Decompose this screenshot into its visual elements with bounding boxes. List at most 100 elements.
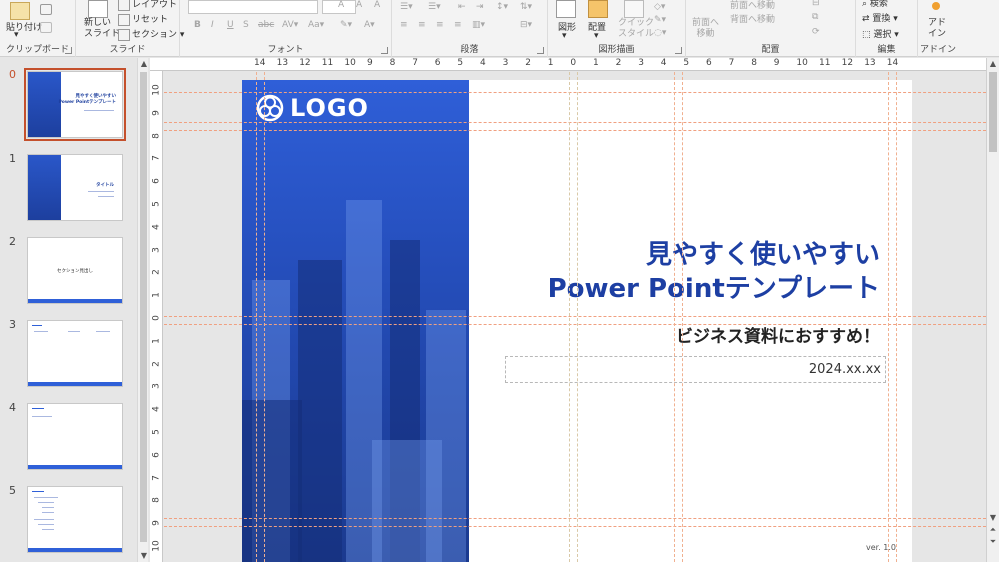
new-slide-icon[interactable] bbox=[88, 0, 108, 18]
slide-thumbnail-1[interactable]: タイトル bbox=[27, 154, 123, 221]
italic-icon[interactable]: I bbox=[211, 20, 214, 30]
scroll-up-icon[interactable]: ▲ bbox=[138, 58, 150, 70]
shadow-icon[interactable]: S bbox=[243, 20, 249, 30]
thumbnail-scrollbar[interactable]: ▲ ▼ bbox=[137, 58, 148, 562]
ribbon-group-editing: ⌕ 検索 ⇄ 置換 ▾ ⬚ 選択 ▾ 編集 bbox=[856, 0, 918, 57]
quick-styles-button[interactable]: クイック スタイル bbox=[618, 18, 654, 40]
text-direction-icon[interactable]: ⇅▾ bbox=[520, 2, 532, 12]
ruler-label: 2 bbox=[615, 58, 622, 68]
align-left-icon[interactable]: ≡ bbox=[400, 20, 408, 30]
shapes-icon[interactable] bbox=[556, 0, 576, 18]
reset-button[interactable]: リセット bbox=[118, 12, 168, 26]
guide-line[interactable] bbox=[577, 72, 578, 562]
guide-line[interactable] bbox=[682, 72, 683, 562]
layout-button[interactable]: レイアウト bbox=[118, 0, 177, 11]
thumb-text-line bbox=[34, 519, 54, 520]
guide-line[interactable] bbox=[164, 92, 986, 93]
scroll-down-icon[interactable]: ▼ bbox=[138, 550, 150, 562]
next-slide-icon[interactable]: ⏷ bbox=[987, 536, 999, 548]
align-objects-icon[interactable]: ⊟ bbox=[812, 0, 820, 8]
slide-thumbnail-2[interactable]: セクション見出し bbox=[27, 237, 123, 304]
paragraph-launcher-icon[interactable] bbox=[537, 47, 544, 54]
arrange-icon[interactable] bbox=[588, 0, 608, 18]
replace-button[interactable]: ⇄ 置換 ▾ bbox=[862, 11, 898, 24]
align-center-icon[interactable]: ≡ bbox=[418, 20, 426, 30]
slide-thumbnail-4[interactable] bbox=[27, 403, 123, 470]
bold-icon[interactable]: B bbox=[194, 20, 201, 30]
arrange-dropdown-icon[interactable]: ▾ bbox=[594, 31, 599, 41]
slide-thumbnail-0[interactable]: 見やすく使いやすい Power Pointテンプレート bbox=[24, 68, 126, 141]
paste-button[interactable]: 貼り付け bbox=[6, 20, 42, 33]
scrollbar-thumb[interactable] bbox=[989, 72, 997, 152]
section-icon bbox=[118, 28, 130, 41]
shape-outline-icon[interactable]: ✎▾ bbox=[654, 15, 666, 25]
shrink-font-icon[interactable]: A bbox=[356, 0, 362, 10]
editor-scrollbar[interactable]: ▲ ▼ ⏶ ⏷ bbox=[986, 58, 999, 562]
guide-line[interactable] bbox=[164, 122, 986, 123]
drawing-launcher-icon[interactable] bbox=[675, 47, 682, 54]
horizontal-ruler: 14 13 12 11 10 9 8 7 6 5 4 3 2 1 0 1 2 3 4 5 6 7 8 9 10 11 12 13 14 bbox=[150, 58, 986, 71]
clipboard-launcher-icon[interactable] bbox=[65, 47, 72, 54]
slide-title[interactable]: 見やすく使いやすい Power Pointテンプレート bbox=[548, 238, 880, 306]
shape-effects-icon[interactable]: ◌▾ bbox=[654, 28, 666, 38]
group-objects-icon[interactable]: ⧉ bbox=[812, 12, 818, 22]
guide-line[interactable] bbox=[256, 72, 257, 562]
guide-line[interactable] bbox=[896, 72, 897, 562]
change-case-icon[interactable]: Aa▾ bbox=[308, 20, 324, 30]
thumb-heading-line bbox=[32, 491, 44, 492]
clear-format-icon[interactable]: A bbox=[374, 0, 380, 10]
date-placeholder[interactable]: 2024.xx.xx bbox=[505, 356, 886, 383]
columns-icon[interactable]: ▥▾ bbox=[472, 20, 485, 30]
guide-line[interactable] bbox=[164, 316, 986, 317]
highlight-icon[interactable]: ✎▾ bbox=[340, 20, 352, 30]
scroll-up-icon[interactable]: ▲ bbox=[987, 58, 999, 70]
addins-button[interactable]: アド イン bbox=[928, 18, 946, 40]
bring-forward-big-button[interactable]: 前面へ 移動 bbox=[692, 18, 719, 40]
font-name-input[interactable] bbox=[188, 0, 318, 14]
version-label[interactable]: ver. 1.0 bbox=[866, 543, 896, 552]
guide-line[interactable] bbox=[264, 72, 265, 562]
format-painter-icon[interactable] bbox=[40, 22, 52, 33]
ruler-label: 4 bbox=[480, 58, 486, 68]
find-button[interactable]: ⌕ 検索 bbox=[862, 0, 888, 9]
justify-icon[interactable]: ≡ bbox=[454, 20, 462, 30]
align-right-icon[interactable]: ≡ bbox=[436, 20, 444, 30]
scrollbar-thumb[interactable] bbox=[140, 72, 147, 542]
slide-subtitle[interactable]: ビジネス資料におすすめ！ bbox=[676, 322, 880, 347]
slide-thumbnail-5[interactable] bbox=[27, 486, 123, 553]
line-spacing-icon[interactable]: ↕▾ bbox=[496, 2, 508, 12]
previous-slide-icon[interactable]: ⏶ bbox=[987, 524, 999, 536]
numbering-icon[interactable]: ☰▾ bbox=[428, 2, 441, 12]
copy-icon[interactable] bbox=[40, 4, 52, 15]
font-color-icon[interactable]: A▾ bbox=[364, 20, 375, 30]
guide-line[interactable] bbox=[164, 324, 986, 325]
guide-line[interactable] bbox=[674, 72, 675, 562]
shapes-dropdown-icon[interactable]: ▾ bbox=[562, 31, 567, 41]
underline-icon[interactable]: U bbox=[227, 20, 234, 30]
shapes-button[interactable]: 図形 bbox=[558, 20, 576, 33]
guide-line[interactable] bbox=[164, 518, 986, 519]
strikethrough-icon[interactable]: abc bbox=[258, 20, 274, 30]
quick-styles-icon[interactable] bbox=[624, 0, 644, 18]
slide-thumbnail-3[interactable] bbox=[27, 320, 123, 387]
decrease-indent-icon[interactable]: ⇤ bbox=[458, 2, 466, 12]
align-text-icon[interactable]: ⊟▾ bbox=[520, 20, 532, 30]
paste-dropdown-icon[interactable]: ▾ bbox=[14, 30, 19, 40]
scroll-down-icon[interactable]: ▼ bbox=[987, 512, 999, 524]
rotate-objects-icon[interactable]: ⟳ bbox=[812, 27, 820, 37]
grow-font-icon[interactable]: A bbox=[338, 0, 344, 10]
guide-line[interactable] bbox=[164, 526, 986, 527]
shape-fill-icon[interactable]: ◇▾ bbox=[654, 2, 665, 12]
select-button[interactable]: ⬚ 選択 ▾ bbox=[862, 27, 899, 40]
new-slide-button[interactable]: 新しい スライド bbox=[84, 18, 120, 40]
guide-line[interactable] bbox=[888, 72, 889, 562]
bring-forward-button[interactable]: 前面へ移動 bbox=[730, 0, 775, 11]
section-button[interactable]: セクション ▾ bbox=[118, 27, 184, 41]
font-launcher-icon[interactable] bbox=[381, 47, 388, 54]
guide-line[interactable] bbox=[569, 72, 570, 562]
increase-indent-icon[interactable]: ⇥ bbox=[476, 2, 484, 12]
bullets-icon[interactable]: ☰▾ bbox=[400, 2, 413, 12]
send-backward-button[interactable]: 背面へ移動 bbox=[730, 12, 775, 25]
guide-line[interactable] bbox=[164, 130, 986, 131]
char-spacing-icon[interactable]: AV▾ bbox=[282, 20, 298, 30]
